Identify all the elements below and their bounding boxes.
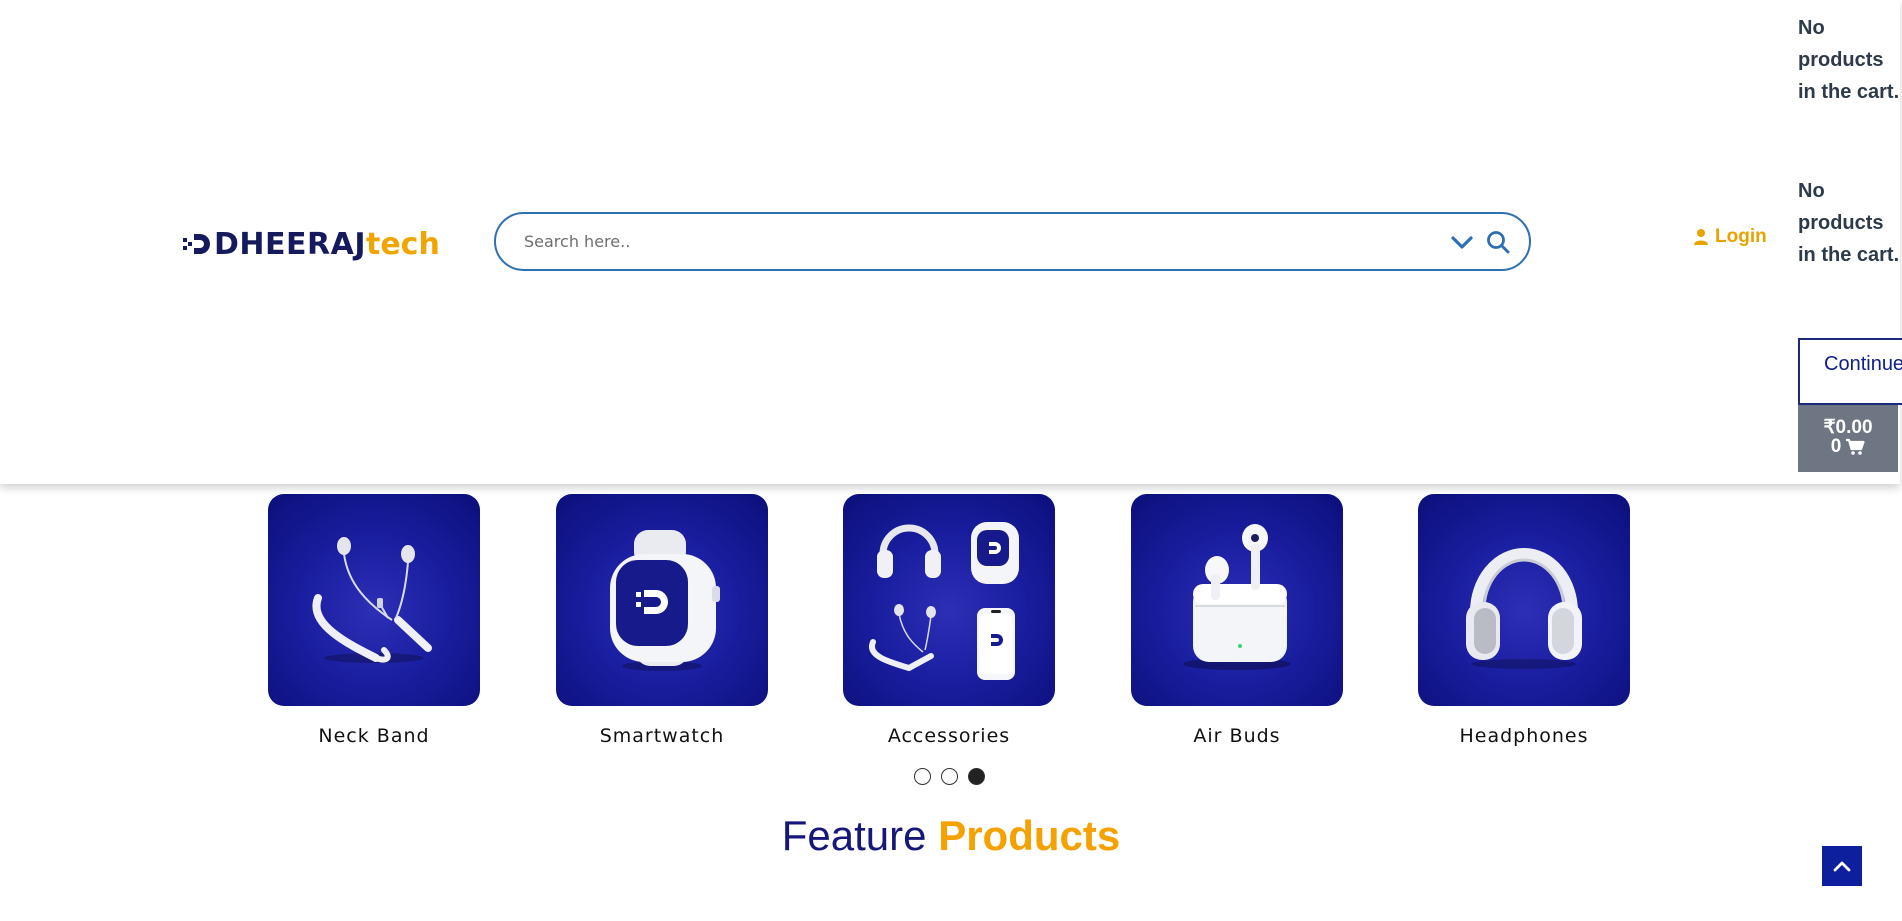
category-card-accessories[interactable]: Accessories [843, 494, 1055, 747]
logo-text-primary: DHEERAJ [214, 226, 366, 262]
section-title-part2: Products [938, 812, 1121, 859]
cart-icon [1846, 438, 1865, 455]
user-icon [1694, 229, 1708, 245]
chevron-up-icon [1833, 861, 1851, 872]
category-label: Smartwatch [599, 725, 725, 747]
earbuds-icon [1183, 524, 1291, 670]
category-label: Neck Band [318, 725, 430, 747]
cart-total-amount: ₹0.00 [1823, 417, 1873, 438]
logo-text-secondary: tech [365, 226, 440, 262]
cart-empty-message: No products in the cart. [1798, 17, 1900, 103]
search-input[interactable] [524, 232, 1449, 251]
cart-empty-message: No products in the cart. [1798, 180, 1900, 266]
section-title-feature-products: Feature Products [0, 812, 1902, 860]
scroll-to-top-button[interactable] [1822, 846, 1862, 886]
cart-item-count: 0 [1830, 436, 1842, 457]
category-card-smartwatch[interactable]: Smartwatch [556, 494, 768, 747]
login-link[interactable]: Login [1693, 226, 1767, 248]
category-card-neck-band[interactable]: Neck Band [268, 494, 480, 747]
carousel-dot-1[interactable] [914, 768, 931, 785]
headphones-icon [1466, 548, 1582, 669]
category-tile [1418, 494, 1630, 706]
category-tile [843, 494, 1055, 706]
site-logo[interactable]: DHEERAJ tech [182, 224, 440, 264]
section-title-part1: Feature [781, 812, 927, 859]
carousel-dot-2[interactable] [941, 768, 958, 785]
category-card-headphones[interactable]: Headphones [1418, 494, 1630, 747]
chevron-down-icon[interactable] [1449, 229, 1475, 255]
accessories-icon [869, 522, 1019, 680]
continue-shopping-button[interactable]: Continue Shopping [1798, 338, 1902, 405]
carousel-dot-3[interactable] [968, 768, 985, 785]
category-tile [1131, 494, 1343, 706]
category-label: Air Buds [1193, 725, 1281, 747]
cart-total-button[interactable]: ₹0.00 0 [1798, 405, 1898, 472]
category-label: Accessories [887, 725, 1011, 747]
neckband-earphones-icon [312, 537, 432, 663]
category-carousel: Neck Band Smartwatch Accessories Air Bud… [0, 494, 1902, 754]
site-header: DHEERAJtech Login No products in the car… [0, 0, 1902, 484]
smartwatch-icon [610, 530, 720, 671]
logo-mark-icon [183, 234, 210, 254]
search-icon[interactable] [1485, 229, 1511, 255]
login-label: Login [1715, 226, 1767, 247]
category-card-air-buds[interactable]: Air Buds [1131, 494, 1343, 747]
category-label: Headphones [1459, 725, 1589, 747]
category-tile [268, 494, 480, 706]
search-bar [494, 212, 1531, 271]
carousel-pagination [914, 768, 985, 785]
category-tile [556, 494, 768, 706]
